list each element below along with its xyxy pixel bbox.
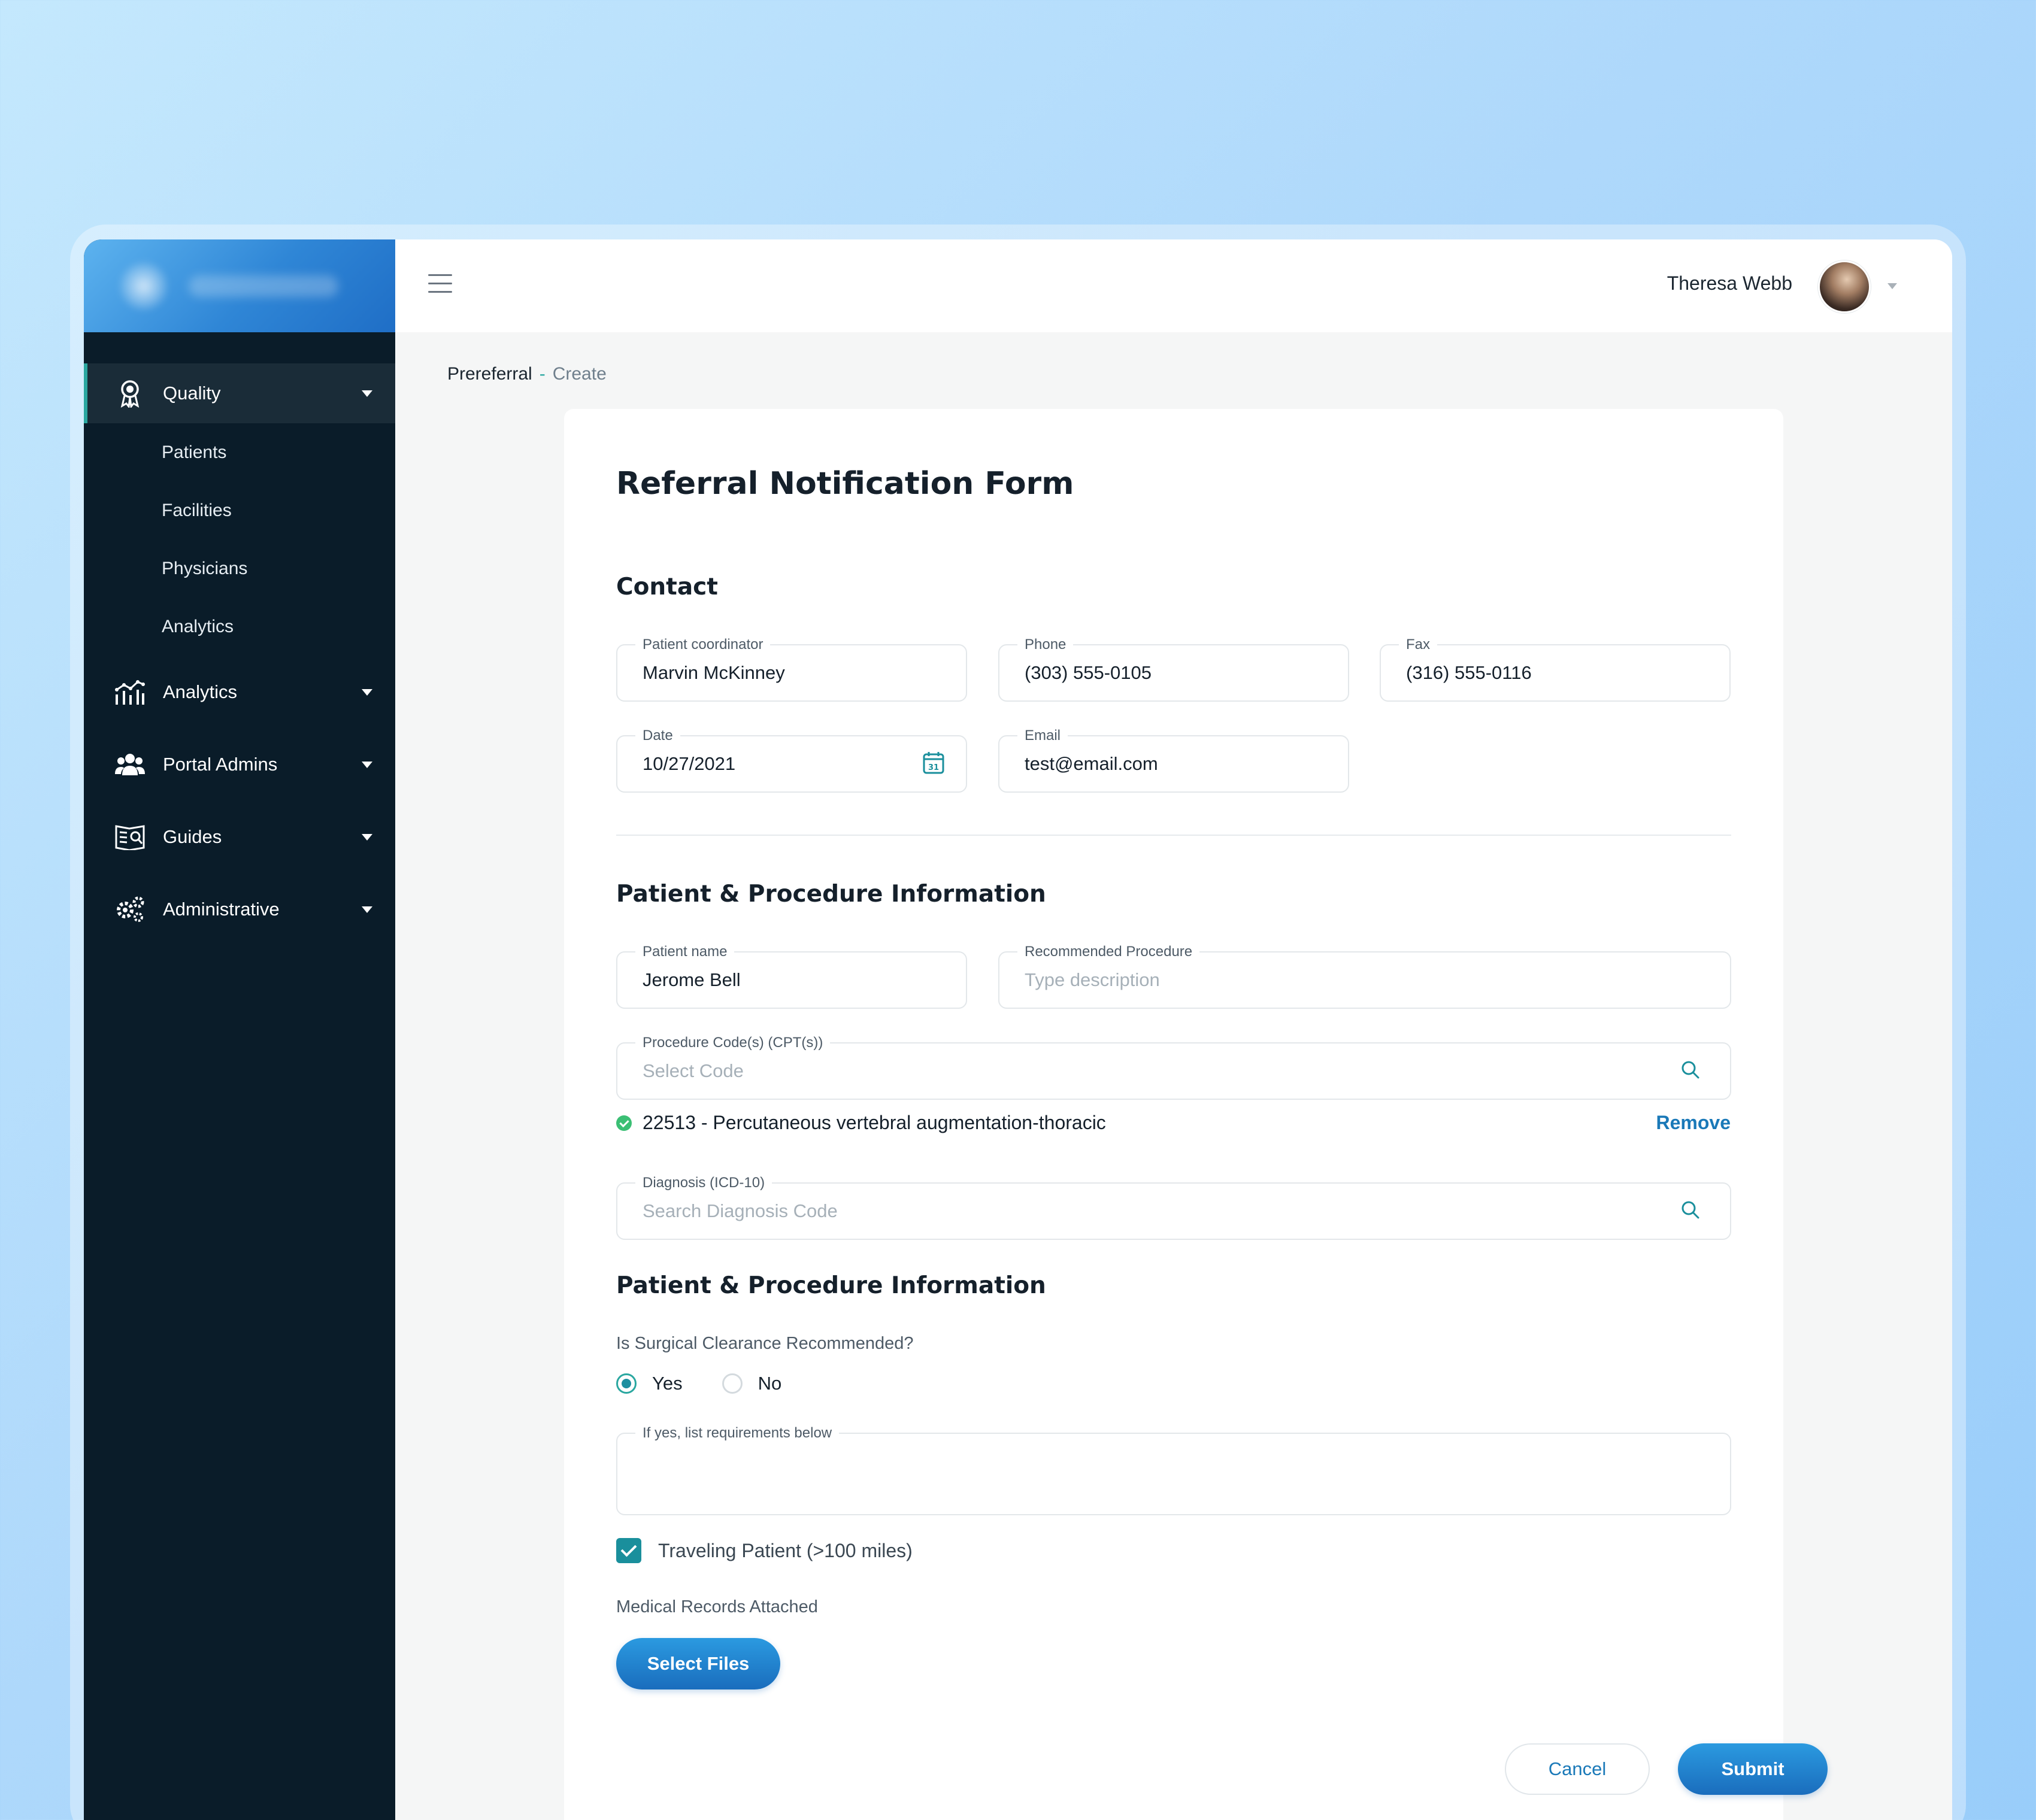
sidebar-item-label: Quality bbox=[163, 383, 221, 404]
radio-indicator bbox=[616, 1373, 637, 1394]
users-icon bbox=[114, 748, 146, 781]
logo[interactable] bbox=[84, 239, 395, 332]
radio-indicator bbox=[722, 1373, 743, 1394]
sidebar-item-label: Guides bbox=[163, 826, 222, 847]
breadcrumb-separator: - bbox=[539, 364, 546, 384]
divider bbox=[616, 835, 1731, 836]
selected-code-text: 22513 - Percutaneous vertebral augmentat… bbox=[643, 1112, 1106, 1133]
checkbox-checked-icon bbox=[616, 1538, 641, 1563]
field-value: 10/27/2021 bbox=[643, 753, 736, 774]
sidebar-item-portal-admins[interactable]: Portal Admins bbox=[84, 728, 395, 800]
fax-field[interactable]: Fax (316) 555-0116 bbox=[1380, 636, 1731, 702]
logo-wordmark bbox=[189, 275, 338, 297]
field-value: Marvin McKinney bbox=[643, 662, 785, 683]
sidebar-item-guides[interactable]: Guides bbox=[84, 800, 395, 873]
menu-icon[interactable] bbox=[428, 274, 452, 295]
sidebar-item-label: Portal Admins bbox=[163, 753, 278, 775]
sidebar-item-label: Administrative bbox=[163, 898, 280, 920]
breadcrumb-prereferral[interactable]: Prereferral bbox=[447, 364, 532, 384]
sidebar-item-analytics[interactable]: Analytics bbox=[84, 656, 395, 728]
sidebar: Quality Patients Facilities Physicians A… bbox=[84, 239, 395, 1820]
award-icon bbox=[114, 377, 146, 410]
patient-coordinator-field[interactable]: Patient coordinator Marvin McKinney bbox=[616, 636, 967, 702]
field-value: test@email.com bbox=[1025, 753, 1158, 774]
field-placeholder: Type description bbox=[1025, 969, 1160, 990]
phone-field[interactable]: Phone (303) 555-0105 bbox=[998, 636, 1349, 702]
submit-button[interactable]: Submit bbox=[1678, 1743, 1828, 1795]
section-title-patient-procedure: Patient & Procedure Information bbox=[616, 881, 1046, 908]
field-label: Diagnosis (ICD-10) bbox=[635, 1175, 772, 1191]
field-label: If yes, list requirements below bbox=[635, 1425, 840, 1442]
sidebar-subitem-patients[interactable]: Patients bbox=[84, 423, 395, 481]
breadcrumb-current: Create bbox=[552, 364, 607, 384]
chevron-down-icon bbox=[362, 906, 372, 913]
sidebar-item-quality[interactable]: Quality bbox=[84, 363, 395, 423]
select-files-button[interactable]: Select Files bbox=[616, 1638, 780, 1689]
checkbox-label: Traveling Patient (>100 miles) bbox=[658, 1539, 913, 1561]
radio-label: Yes bbox=[652, 1373, 683, 1394]
app-window: Quality Patients Facilities Physicians A… bbox=[84, 239, 1952, 1820]
guide-icon bbox=[114, 821, 146, 853]
cancel-button[interactable]: Cancel bbox=[1505, 1743, 1650, 1795]
field-placeholder: Search Diagnosis Code bbox=[643, 1200, 838, 1221]
requirements-textarea[interactable]: If yes, list requirements below bbox=[616, 1425, 1731, 1515]
search-icon[interactable] bbox=[1681, 1200, 1700, 1222]
field-label: Patient name bbox=[635, 944, 735, 960]
recommended-procedure-field[interactable]: Recommended Procedure Type description bbox=[998, 944, 1731, 1009]
selected-procedure-code: 22513 - Percutaneous vertebral augmentat… bbox=[616, 1112, 1106, 1134]
patient-name-field[interactable]: Patient name Jerome Bell bbox=[616, 944, 967, 1009]
logo-mark bbox=[120, 262, 168, 310]
svg-text:31: 31 bbox=[928, 763, 939, 772]
breadcrumb: Prereferral - Create bbox=[447, 364, 607, 384]
field-value: Jerome Bell bbox=[643, 969, 741, 990]
analytics-icon bbox=[114, 676, 146, 708]
medical-records-label: Medical Records Attached bbox=[616, 1597, 818, 1616]
chevron-down-icon bbox=[362, 390, 372, 397]
field-placeholder: Select Code bbox=[643, 1060, 744, 1081]
sidebar-subitem-physicians[interactable]: Physicians bbox=[84, 539, 395, 597]
procedure-code-search[interactable]: Procedure Code(s) (CPT(s)) Select Code bbox=[616, 1035, 1731, 1100]
sidebar-nav: Quality Patients Facilities Physicians A… bbox=[84, 363, 395, 945]
avatar[interactable] bbox=[1818, 260, 1871, 313]
radio-label: No bbox=[758, 1373, 782, 1394]
page-title: Referral Notification Form bbox=[616, 466, 1074, 502]
field-label: Patient coordinator bbox=[635, 636, 771, 653]
traveling-patient-checkbox[interactable]: Traveling Patient (>100 miles) bbox=[616, 1538, 913, 1563]
field-label: Procedure Code(s) (CPT(s)) bbox=[635, 1035, 831, 1051]
field-label: Date bbox=[635, 727, 680, 744]
user-name: Theresa Webb bbox=[1667, 272, 1792, 294]
chevron-down-icon bbox=[362, 833, 372, 841]
clearance-radio-group: Yes No bbox=[616, 1373, 821, 1394]
remove-code-link[interactable]: Remove bbox=[1656, 1112, 1731, 1134]
clearance-question: Is Surgical Clearance Recommended? bbox=[616, 1334, 914, 1353]
calendar-icon[interactable]: 31 bbox=[923, 751, 944, 776]
sidebar-item-label: Analytics bbox=[163, 681, 238, 702]
chevron-down-icon[interactable] bbox=[1887, 283, 1897, 289]
field-label: Fax bbox=[1399, 636, 1438, 653]
gears-icon bbox=[114, 893, 146, 926]
form-card: Referral Notification Form Contact Patie… bbox=[564, 409, 1828, 1820]
field-label: Email bbox=[1017, 727, 1068, 744]
check-circle-icon bbox=[616, 1115, 632, 1131]
section-title-contact: Contact bbox=[616, 574, 718, 600]
email-field[interactable]: Email test@email.com bbox=[998, 727, 1349, 793]
section-title-clearance: Patient & Procedure Information bbox=[616, 1272, 1046, 1299]
chevron-down-icon bbox=[362, 761, 372, 768]
sidebar-subitem-analytics[interactable]: Analytics bbox=[84, 597, 395, 656]
radio-yes[interactable]: Yes bbox=[616, 1373, 683, 1394]
top-bar: Theresa Webb bbox=[395, 239, 1952, 332]
date-field[interactable]: Date 10/27/2021 31 bbox=[616, 727, 967, 793]
field-label: Recommended Procedure bbox=[1017, 944, 1200, 960]
diagnosis-search[interactable]: Diagnosis (ICD-10) Search Diagnosis Code bbox=[616, 1175, 1731, 1240]
sidebar-subitem-facilities[interactable]: Facilities bbox=[84, 481, 395, 539]
chevron-down-icon bbox=[362, 688, 372, 696]
field-value: (316) 555-0116 bbox=[1406, 662, 1532, 683]
field-label: Phone bbox=[1017, 636, 1074, 653]
radio-no[interactable]: No bbox=[722, 1373, 782, 1394]
field-value: (303) 555-0105 bbox=[1025, 662, 1152, 683]
sidebar-item-administrative[interactable]: Administrative bbox=[84, 873, 395, 945]
search-icon[interactable] bbox=[1681, 1060, 1700, 1082]
